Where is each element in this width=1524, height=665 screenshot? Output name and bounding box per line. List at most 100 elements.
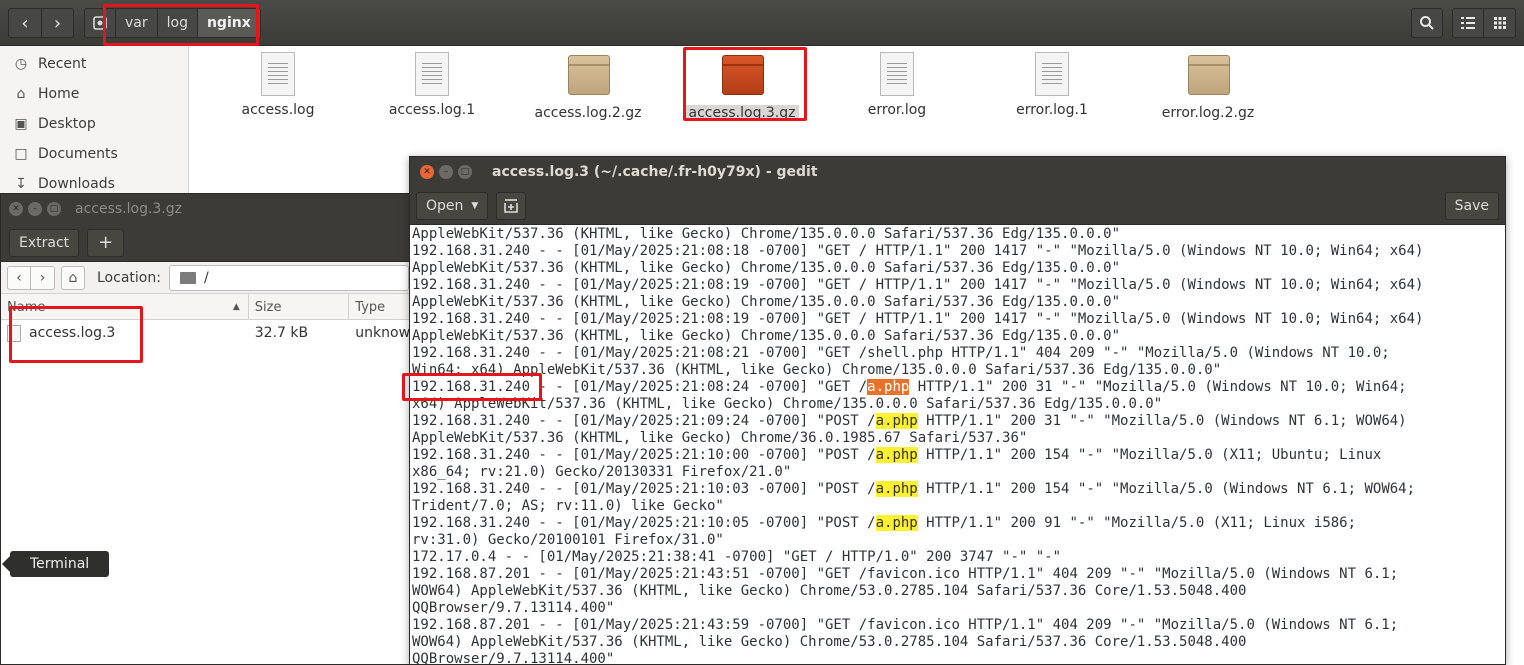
sidebar-item-label: Desktop xyxy=(38,116,96,132)
archive-entry-name: access.log.3 xyxy=(29,325,116,341)
maximize-icon[interactable]: □ xyxy=(458,165,472,179)
file-manager-headerbar: ‹ › var log nginx xyxy=(0,0,1524,46)
column-name[interactable]: Name ▲ xyxy=(1,294,249,320)
search-button[interactable] xyxy=(1411,8,1443,38)
log-line: WOW64) AppleWebKit/537.36 (KHTML, like G… xyxy=(412,583,1247,599)
archive-toolbar: Extract + xyxy=(1,224,409,262)
log-line: WOW64) AppleWebKit/537.36 (KHTML, like G… xyxy=(412,634,1247,650)
file-name: access.log.1 xyxy=(388,102,476,118)
file-item[interactable]: access.log.1 xyxy=(357,52,507,118)
column-type-label: Type xyxy=(355,299,386,315)
back-button[interactable]: ‹ xyxy=(9,9,41,37)
chevron-left-icon: ‹ xyxy=(21,12,29,34)
add-files-button[interactable]: + xyxy=(87,228,125,257)
file-item-selected[interactable]: access.log.3.gz xyxy=(667,52,817,121)
text-file-icon xyxy=(877,52,917,98)
log-line: AppleWebKit/537.36 (KHTML, like Gecko) C… xyxy=(412,328,1121,344)
folder-icon: ▣ xyxy=(14,116,28,132)
places-sidebar: ◷ Recent ⌂ Home ▣ Desktop □ Documents ↧ Downl… xyxy=(0,46,189,196)
sidebar-item-label: Downloads xyxy=(38,176,115,192)
header-actions xyxy=(1411,8,1516,38)
file-item[interactable]: error.log xyxy=(822,52,972,118)
column-header: Name ▲ Size Type xyxy=(1,294,409,320)
close-icon[interactable]: ✕ xyxy=(420,165,434,179)
search-match: a.php xyxy=(875,515,918,531)
history-nav: ‹ › xyxy=(8,8,74,38)
table-row[interactable]: access.log.3 32.7 kB unknow xyxy=(1,320,409,346)
save-button[interactable]: Save xyxy=(1444,191,1499,220)
log-line: AppleWebKit/537.36 (KHTML, like Gecko) C… xyxy=(412,226,1121,242)
minimize-icon[interactable]: – xyxy=(28,202,42,216)
file-name: access.log.2.gz xyxy=(534,105,642,121)
log-line: 192.168.31.240 - - [01/May/2025:21:08:19… xyxy=(412,311,1424,327)
close-icon[interactable]: ✕ xyxy=(9,202,23,216)
crumb-var[interactable]: var xyxy=(115,9,157,37)
archive-icon xyxy=(568,55,610,101)
log-line: QQBrowser/9.7.13114.400" xyxy=(412,651,615,664)
home-button[interactable]: ⌂ xyxy=(61,265,85,290)
file-name: error.log xyxy=(867,102,927,118)
search-match: a.php xyxy=(875,447,918,463)
location-bar: ‹ › ⌂ Location: / xyxy=(1,262,409,294)
download-icon: ↧ xyxy=(15,176,27,192)
column-type[interactable]: Type xyxy=(349,294,409,320)
crumb-log[interactable]: log xyxy=(156,9,197,37)
log-line: 192.168.31.240 - - [01/May/2025:21:10:03… xyxy=(412,481,1416,497)
path-bar: var log nginx xyxy=(84,8,261,38)
sidebar-item-desktop[interactable]: ▣ Desktop xyxy=(0,109,188,139)
list-view-icon xyxy=(1461,17,1475,29)
log-line: 192.168.31.240 - - [01/May/2025:21:10:00… xyxy=(412,447,1382,463)
file-item[interactable]: access.log xyxy=(203,52,353,118)
text-file-icon xyxy=(7,324,21,342)
sidebar-item-label: Recent xyxy=(38,56,87,72)
column-size[interactable]: Size xyxy=(249,294,350,320)
chevron-left-icon: ‹ xyxy=(16,269,22,286)
file-item[interactable]: access.log.2.gz xyxy=(513,52,663,121)
folder-icon xyxy=(179,271,196,284)
sidebar-item-label: Documents xyxy=(38,146,118,162)
log-line: rv:31.0) Gecko/20100101 Firefox/31.0" xyxy=(412,532,724,548)
log-line: 192.168.87.201 - - [01/May/2025:21:43:59… xyxy=(412,617,1399,633)
location-field[interactable]: / xyxy=(168,264,409,291)
maximize-icon[interactable]: □ xyxy=(47,202,61,216)
log-line: 192.168.87.201 - - [01/May/2025:21:43:51… xyxy=(412,566,1399,582)
file-name: error.log.2.gz xyxy=(1161,105,1255,121)
location-label: Location: xyxy=(97,269,161,286)
dock-tooltip: Terminal xyxy=(1,551,110,577)
text-editor[interactable]: AppleWebKit/537.36 (KHTML, like Gecko) C… xyxy=(412,226,1504,664)
file-item[interactable]: error.log.1 xyxy=(977,52,1127,118)
file-grid: access.log access.log.1 access.log.2.gz … xyxy=(190,46,1524,166)
sort-ascending-icon: ▲ xyxy=(232,302,240,312)
log-line: AppleWebKit/537.36 (KHTML, like Gecko) C… xyxy=(412,260,1121,276)
sidebar-item-documents[interactable]: □ Documents xyxy=(0,139,188,169)
archive-entry-type: unknow xyxy=(355,325,409,341)
grid-view-icon xyxy=(1493,17,1506,29)
gedit-window: ✕ – □ access.log.3 (~/.cache/.fr-h0y79x)… xyxy=(409,156,1506,665)
current-search-match: a.php xyxy=(867,379,910,395)
forward-button[interactable]: › xyxy=(41,9,73,37)
document-icon: □ xyxy=(14,146,28,162)
log-line: x86_64; rv:21.0) Gecko/20130331 Firefox/… xyxy=(412,464,792,480)
file-item[interactable]: error.log.2.gz xyxy=(1133,52,1283,121)
grid-view-button[interactable] xyxy=(1484,8,1516,38)
forward-button[interactable]: › xyxy=(31,265,55,290)
minimize-icon[interactable]: – xyxy=(439,165,453,179)
root-crumb[interactable] xyxy=(85,9,115,37)
open-button[interactable]: Open ▼ xyxy=(416,191,489,220)
chevron-right-icon: › xyxy=(53,12,62,34)
sidebar-item-home[interactable]: ⌂ Home xyxy=(0,79,188,109)
sidebar-item-recent[interactable]: ◷ Recent xyxy=(0,49,188,79)
gedit-titlebar: ✕ – □ access.log.3 (~/.cache/.fr-h0y79x)… xyxy=(410,157,1505,187)
column-size-label: Size xyxy=(254,299,282,315)
back-button[interactable]: ‹ xyxy=(7,265,31,290)
text-file-icon xyxy=(412,52,452,98)
list-view-button[interactable] xyxy=(1452,8,1484,38)
file-name: access.log xyxy=(241,102,315,118)
crumb-nginx[interactable]: nginx xyxy=(196,9,260,37)
log-line: 192.168.31.240 - - [01/May/2025:21:09:24… xyxy=(412,413,1407,429)
log-line: x64) AppleWebKit/537.36 (KHTML, like Gec… xyxy=(412,396,1163,412)
new-tab-button[interactable] xyxy=(496,191,527,220)
new-document-icon xyxy=(504,198,519,213)
window-title: access.log.3 (~/.cache/.fr-h0y79x) - ged… xyxy=(492,164,818,180)
extract-button[interactable]: Extract xyxy=(9,228,80,257)
